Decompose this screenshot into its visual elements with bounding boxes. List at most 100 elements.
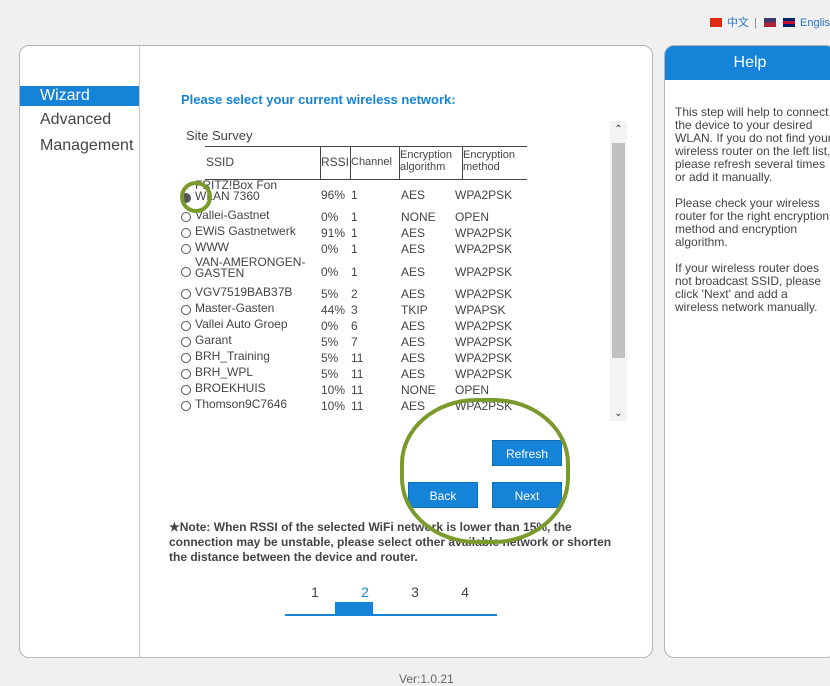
network-algorithm: NONE	[401, 210, 436, 224]
network-algorithm: AES	[401, 226, 426, 240]
network-algorithm: AES	[401, 351, 426, 365]
pager-step-4: 4	[461, 584, 469, 600]
network-channel: 1	[351, 265, 358, 279]
column-header-rssi: RSSI	[321, 155, 350, 169]
network-rssi: 91%	[321, 226, 346, 240]
china-flag-icon	[709, 18, 722, 27]
column-header-channel: Channel	[351, 156, 392, 168]
network-channel: 1	[351, 242, 358, 256]
network-algorithm: TKIP	[401, 303, 428, 317]
network-method: WPA2PSK	[455, 188, 513, 202]
network-rssi: 96%	[321, 188, 346, 202]
pager-step-1: 1	[311, 584, 319, 600]
help-panel: Help This step will help to connect the …	[664, 45, 830, 658]
wizard-pager: 1 2 3 4	[285, 584, 497, 616]
network-ssid: VGV7519BAB37B	[195, 285, 293, 299]
network-rssi: 5%	[321, 335, 339, 349]
network-radio[interactable]	[181, 401, 191, 411]
network-channel: 1	[351, 188, 358, 202]
network-radio[interactable]	[181, 385, 191, 395]
network-ssid: Vallei-Gastnet	[195, 208, 270, 222]
buttons-highlight-annotation	[400, 398, 570, 544]
network-method: WPA2PSK	[455, 265, 513, 279]
help-body: This step will help to connect the devic…	[675, 106, 830, 327]
network-rssi: 0%	[321, 319, 339, 333]
network-channel: 11	[351, 383, 364, 397]
pager-step-2: 2	[361, 584, 369, 600]
network-rssi: 5%	[321, 367, 339, 381]
scrollbar-thumb[interactable]	[612, 143, 625, 358]
network-algorithm: NONE	[401, 383, 436, 397]
page-title: Please select your current wireless netw…	[181, 92, 456, 107]
network-list: FRITZ!Box Fon WLAN 7360 96% 1 AES WPA2PS…	[178, 180, 610, 426]
network-ssid: Thomson9C7646	[195, 397, 288, 411]
network-radio[interactable]	[181, 289, 191, 299]
network-rssi: 0%	[321, 210, 339, 224]
help-paragraph: If your wireless router does not broadca…	[675, 261, 822, 314]
chevron-down-icon[interactable]: ⌄	[610, 407, 627, 421]
network-channel: 11	[351, 399, 364, 413]
site-survey-label: Site Survey	[186, 128, 253, 143]
table-top-border	[205, 146, 527, 147]
network-radio[interactable]	[181, 267, 191, 277]
selection-highlight-annotation	[180, 181, 212, 213]
network-ssid: WWW	[195, 240, 229, 254]
network-channel: 1	[351, 226, 358, 240]
network-method: WPA2PSK	[455, 335, 513, 349]
network-algorithm: AES	[401, 188, 426, 202]
main-panel: Wizard Advanced Management Please select…	[19, 45, 653, 658]
rssi-note: ★Note: When RSSI of the selected WiFi ne…	[169, 520, 612, 564]
help-paragraph: Please check your wireless router for th…	[675, 196, 830, 249]
wizard-content: Please select your current wireless netw…	[20, 46, 652, 657]
network-rssi: 10%	[321, 399, 346, 413]
network-radio[interactable]	[181, 212, 191, 222]
network-rssi: 0%	[321, 242, 339, 256]
help-title: Help	[665, 46, 830, 80]
network-method: WPA2PSK	[455, 287, 513, 301]
network-ssid: Garant	[195, 333, 232, 347]
network-algorithm: AES	[401, 242, 426, 256]
network-algorithm: AES	[401, 265, 426, 279]
network-algorithm: AES	[401, 367, 426, 381]
network-radio[interactable]	[181, 369, 191, 379]
network-rssi: 5%	[321, 287, 339, 301]
pager-step-3: 3	[411, 584, 419, 600]
column-header-algorithm: Encryption algorithm	[400, 149, 452, 173]
network-rssi: 5%	[321, 351, 339, 365]
column-header-ssid: SSID	[206, 155, 235, 169]
network-ssid: BROEKHUIS	[195, 381, 266, 395]
network-rssi: 10%	[321, 383, 346, 397]
network-radio[interactable]	[181, 244, 191, 254]
network-ssid: FRITZ!Box Fon WLAN 7360	[195, 180, 278, 203]
version-label: Ver:1.0.21	[399, 672, 454, 686]
network-method: WPAPSK	[455, 303, 506, 317]
network-radio[interactable]	[181, 321, 191, 331]
network-rssi: 0%	[321, 265, 339, 279]
network-method: WPA2PSK	[455, 351, 513, 365]
help-paragraph: This step will help to connect the devic…	[675, 105, 830, 184]
network-list-scrollbar[interactable]: ⌃ ⌄	[610, 121, 627, 421]
network-ssid: Master-Gasten	[195, 301, 275, 315]
network-ssid: VAN-AMERONGEN-GASTEN	[195, 255, 306, 280]
network-channel: 11	[351, 367, 364, 381]
network-method: WPA2PSK	[455, 226, 513, 240]
network-ssid: BRH_WPL	[195, 365, 254, 379]
column-header-method: Encryption method	[463, 149, 515, 173]
network-algorithm: AES	[401, 287, 426, 301]
network-method: WPA2PSK	[455, 242, 513, 256]
network-method: WPA2PSK	[455, 367, 513, 381]
network-rssi: 44%	[321, 303, 346, 317]
us-flag-icon	[763, 18, 776, 27]
network-ssid: EWiS Gastnetwerk	[195, 224, 296, 238]
lang-chinese-link[interactable]: 中文	[727, 17, 749, 29]
network-channel: 6	[351, 319, 358, 333]
network-radio[interactable]	[181, 228, 191, 238]
network-radio[interactable]	[181, 337, 191, 347]
network-radio[interactable]	[181, 305, 191, 315]
lang-english-link[interactable]: Englis	[800, 17, 830, 29]
network-channel: 11	[351, 351, 364, 365]
language-switcher: 中文 | Englis	[708, 14, 830, 30]
network-radio[interactable]	[181, 353, 191, 363]
chevron-up-icon[interactable]: ⌃	[610, 123, 627, 137]
network-method: OPEN	[455, 210, 490, 224]
